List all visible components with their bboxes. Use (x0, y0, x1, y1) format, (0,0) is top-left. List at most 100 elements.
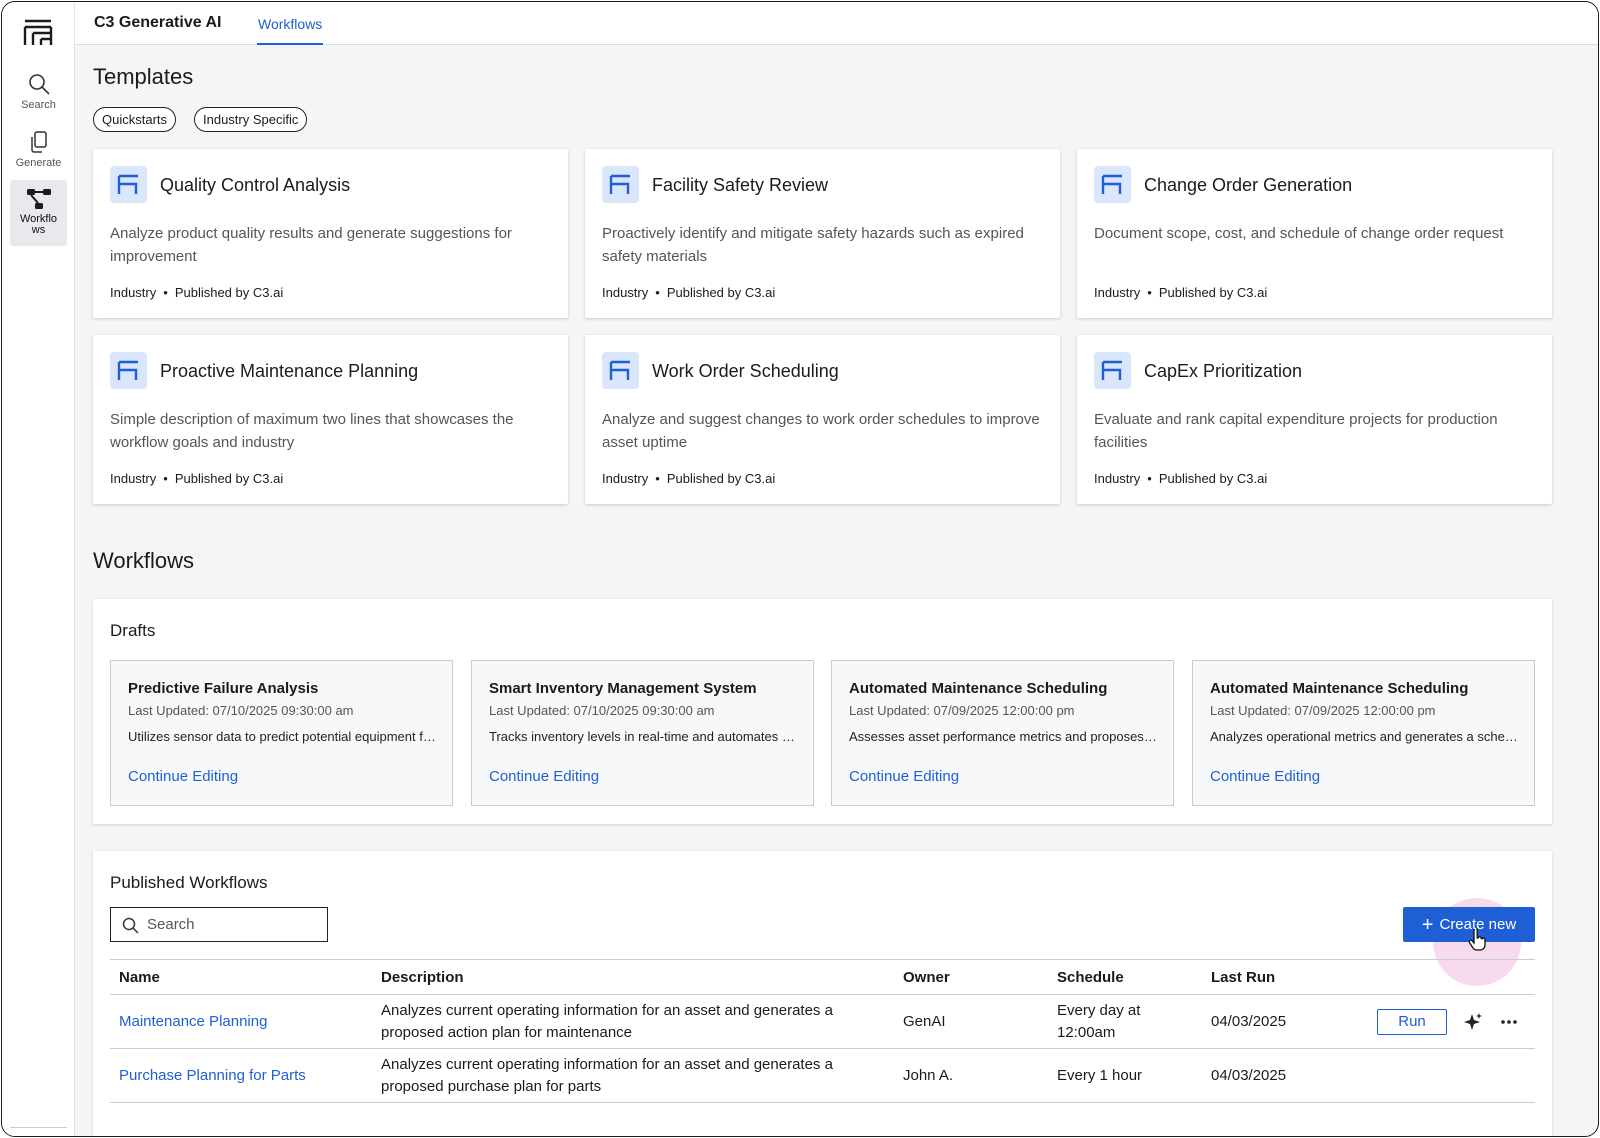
template-description: Analyze and suggest changes to work orde… (602, 411, 1040, 451)
template-publisher: Published by C3.ai (666, 285, 776, 300)
draft-title: Automated Maintenance Scheduling (849, 680, 1108, 697)
drafts-panel: Drafts Predictive Failure Analysis Last U… (93, 599, 1552, 824)
draft-description: Assesses asset performance metrics and p… (849, 729, 1157, 744)
template-card[interactable]: CapEx Prioritization Evaluate and rank ca… (1077, 335, 1552, 504)
drafts-title: Drafts (110, 621, 156, 640)
template-card[interactable]: Proactive Maintenance Planning Simple des… (93, 335, 568, 504)
hand-cursor-icon (1468, 929, 1486, 951)
workflow-icon (26, 189, 51, 209)
workflow-owner: GenAI (894, 994, 1048, 1049)
template-card[interactable]: Change Order Generation Document scope, c… (1077, 149, 1552, 318)
table-row[interactable]: Maintenance Planning Analyzes current op… (110, 994, 1535, 1049)
draft-last-updated: Last Updated: 07/09/2025 12:00:00 pm (849, 703, 1075, 718)
plus-icon: + (1421, 913, 1434, 936)
template-meta: Industry • Published by C3.ai (1094, 471, 1267, 486)
workflow-last-run: 04/03/2025 (1202, 1048, 1368, 1103)
template-icon (602, 352, 639, 389)
separator-dot: • (163, 471, 168, 486)
workflow-description: Analyzes current operating information f… (372, 1048, 894, 1103)
template-meta: Industry • Published by C3.ai (602, 471, 775, 486)
column-header-last-run[interactable]: Last Run (1202, 959, 1368, 995)
column-header-schedule[interactable]: Schedule (1048, 959, 1202, 995)
draft-title: Predictive Failure Analysis (128, 680, 319, 697)
copy-icon (30, 131, 47, 153)
draft-description: Analyzes operational metrics and generat… (1210, 729, 1518, 744)
main-content: Templates Quickstarts Industry Specific … (75, 46, 1598, 1136)
draft-last-updated: Last Updated: 07/10/2025 09:30:00 am (489, 703, 715, 718)
search-input[interactable]: Search (110, 907, 328, 942)
template-publisher: Published by C3.ai (1158, 285, 1268, 300)
separator-dot: • (163, 285, 168, 300)
workflow-description: Analyzes current operating information f… (372, 994, 894, 1049)
separator-dot: • (1147, 471, 1152, 486)
continue-editing-link[interactable]: Continue Editing (1210, 768, 1320, 785)
continue-editing-link[interactable]: Continue Editing (849, 768, 959, 785)
continue-editing-link[interactable]: Continue Editing (128, 768, 238, 785)
template-publisher: Published by C3.ai (174, 285, 284, 300)
rail-item-label: Search (21, 99, 56, 111)
search-icon (122, 917, 139, 934)
column-header-description[interactable]: Description (372, 959, 894, 995)
template-description: Proactively identify and mitigate safety… (602, 225, 1024, 265)
template-publisher: Published by C3.ai (666, 471, 776, 486)
more-options-icon[interactable] (1499, 1012, 1519, 1032)
app-title: C3 Generative AI (94, 14, 222, 31)
workflows-heading: Workflows (93, 548, 195, 573)
rail-item-label: Workflows (19, 213, 58, 236)
workflow-schedule: Every 1 hour (1048, 1048, 1202, 1103)
chip-quickstarts[interactable]: Quickstarts (93, 107, 177, 132)
template-meta: Industry • Published by C3.ai (110, 471, 283, 486)
template-title: Facility Safety Review (652, 175, 829, 195)
workflow-owner: John A. (894, 1048, 1048, 1103)
chip-industry-specific[interactable]: Industry Specific (194, 107, 308, 132)
template-card[interactable]: Quality Control Analysis Analyze product … (93, 149, 568, 318)
rail-item-search[interactable]: Search (10, 64, 67, 130)
table-row[interactable]: Purchase Planning for Parts Analyzes cur… (110, 1048, 1535, 1103)
table-header-row: Name Description Owner Schedule Last Run (110, 959, 1535, 995)
draft-last-updated: Last Updated: 07/10/2025 09:30:00 am (128, 703, 354, 718)
draft-last-updated: Last Updated: 07/09/2025 12:00:00 pm (1210, 703, 1436, 718)
template-card[interactable]: Work Order Scheduling Analyze and suggest… (585, 335, 1060, 504)
template-meta: Industry • Published by C3.ai (602, 285, 775, 300)
published-title: Published Workflows (110, 873, 268, 892)
continue-editing-link[interactable]: Continue Editing (489, 768, 599, 785)
draft-description: Utilizes sensor data to predict potentia… (128, 729, 436, 744)
row-actions: Run (1368, 994, 1535, 1049)
template-description: Evaluate and rank capital expenditure pr… (1094, 411, 1498, 451)
template-icon (1094, 166, 1131, 203)
row-actions (1368, 1048, 1535, 1103)
template-title: Work Order Scheduling (652, 361, 839, 381)
template-description: Simple description of maximum two lines … (110, 411, 514, 451)
rail-item-workflows[interactable]: Workflows (10, 180, 67, 246)
template-meta: Industry • Published by C3.ai (110, 285, 283, 300)
template-card[interactable]: Facility Safety Review Proactively identi… (585, 149, 1060, 318)
template-category: Industry (1094, 471, 1141, 486)
template-category: Industry (602, 471, 649, 486)
rail-item-label: Generate (15, 157, 62, 169)
template-publisher: Published by C3.ai (1158, 471, 1268, 486)
c3-logo-icon[interactable] (23, 18, 53, 46)
sparkle-icon[interactable] (1463, 1012, 1483, 1032)
column-header-name[interactable]: Name (110, 959, 372, 995)
run-button[interactable]: Run (1377, 1008, 1447, 1035)
rail-item-generate[interactable]: Generate (10, 122, 67, 188)
template-category: Industry (110, 285, 157, 300)
workflow-name-link[interactable]: Purchase Planning for Parts (110, 1048, 372, 1103)
draft-title: Automated Maintenance Scheduling (1210, 680, 1469, 697)
column-header-owner[interactable]: Owner (894, 959, 1048, 995)
search-icon (28, 74, 50, 95)
template-icon (110, 166, 147, 203)
rail-divider (10, 1127, 67, 1128)
tab-workflows[interactable]: Workflows (257, 16, 324, 45)
top-bar: C3 Generative AI Workflows (75, 2, 1598, 45)
template-title: Quality Control Analysis (160, 175, 351, 195)
published-workflows-table: Name Description Owner Schedule Last Run… (110, 959, 1535, 1103)
draft-description: Tracks inventory levels in real-time and… (489, 729, 797, 744)
draft-card: Predictive Failure Analysis Last Updated:… (110, 660, 453, 806)
draft-card: Smart Inventory Management System Last Up… (471, 660, 814, 806)
workflow-schedule: Every day at 12:00am (1048, 994, 1202, 1049)
workflow-name-link[interactable]: Maintenance Planning (110, 994, 372, 1049)
separator-dot: • (1147, 285, 1152, 300)
search-placeholder: Search (147, 916, 195, 933)
template-icon (110, 352, 147, 389)
